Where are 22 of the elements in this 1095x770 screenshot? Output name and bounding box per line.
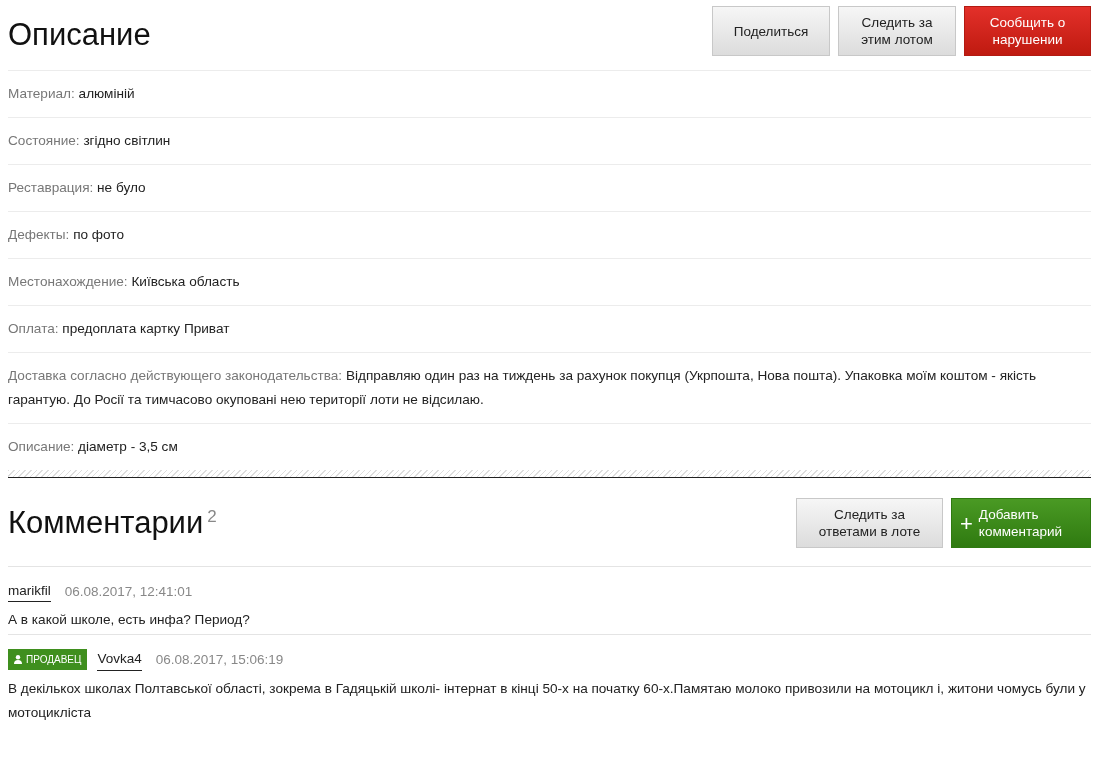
field-text: Местонахождение: Київська область bbox=[8, 273, 241, 291]
section-title: Описание bbox=[8, 16, 151, 54]
action-button[interactable]: Поделиться bbox=[712, 6, 830, 56]
section-title: Комментарии bbox=[8, 504, 204, 542]
field-text: Описание: діаметр - 3,5 см bbox=[8, 438, 179, 456]
field-text: Материал: алюміній bbox=[8, 85, 136, 103]
comment-date: 06.08.2017, 12:41:01 bbox=[64, 582, 193, 601]
action-button[interactable]: Следить за ответами в лоте bbox=[796, 498, 943, 548]
field-text: Оплата: предоплата картку Приват bbox=[8, 320, 231, 338]
comment-text: В декількох школах Полтавської області, зокрема в Гадяцькій школі- інтернат в кінці 50-х на початку 60-х.Памятаю молоко привозили на мотоцикл і, житони чомусь були у мотоцикліста bbox=[8, 679, 1087, 722]
report-button[interactable]: Сообщить о нарушении bbox=[964, 6, 1091, 56]
field-text: Доставка согласно действующего законодательства: Відправляю один раз на тиждень за рахунок покупця (Укрпошта, Нова пошта). Упаковка моїм коштом - якість гарантую. До Росії та тимчасово окуповані нею території лоти не відсилаю. bbox=[8, 367, 1038, 409]
field-text: Дефекты: по фото bbox=[8, 226, 125, 244]
field-text: Реставрация: не було bbox=[8, 179, 147, 197]
author-link[interactable]: marikfil bbox=[8, 581, 51, 603]
action-button[interactable]: Следить за этим лотом bbox=[838, 6, 956, 56]
seller-badge: ПРОДАВЕЦ bbox=[8, 649, 88, 671]
field-text: Состояние: згідно світлин bbox=[8, 132, 172, 150]
comment-count: 2 bbox=[207, 506, 217, 529]
author-link[interactable]: Vovka4 bbox=[97, 649, 142, 671]
comment-text: А в какой школе, есть инфа? Период? bbox=[8, 611, 251, 630]
comment-date: 06.08.2017, 15:06:19 bbox=[155, 650, 284, 669]
